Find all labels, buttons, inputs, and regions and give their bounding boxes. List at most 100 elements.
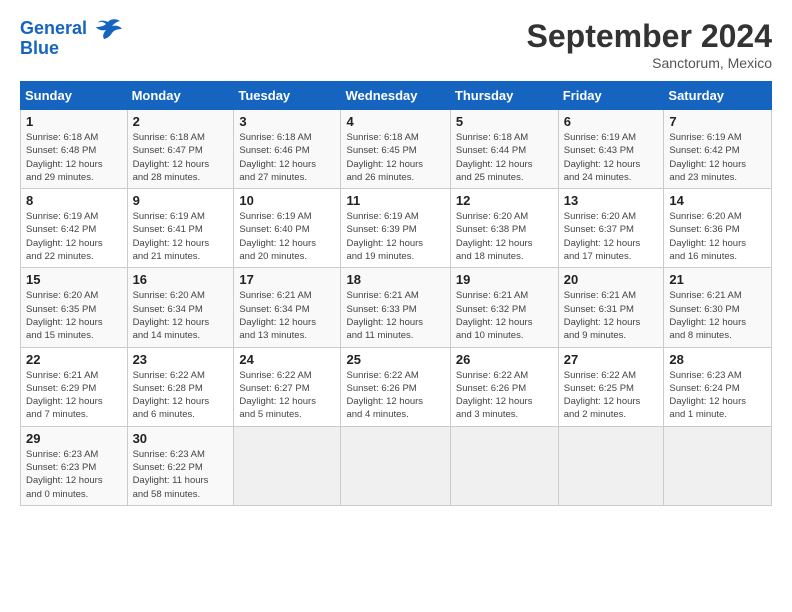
calendar-cell: 7 Sunrise: 6:19 AM Sunset: 6:42 PM Daylig… <box>664 110 772 189</box>
day-number: 14 <box>669 193 766 208</box>
day-number: 29 <box>26 431 122 446</box>
calendar-cell <box>341 426 450 505</box>
weekday-header-friday: Friday <box>558 82 664 110</box>
day-info: Sunrise: 6:19 AM Sunset: 6:39 PM Dayligh… <box>346 210 444 263</box>
calendar-cell <box>234 426 341 505</box>
calendar-cell: 16 Sunrise: 6:20 AM Sunset: 6:34 PM Dayli… <box>127 268 234 347</box>
day-number: 21 <box>669 272 766 287</box>
day-info: Sunrise: 6:21 AM Sunset: 6:31 PM Dayligh… <box>564 289 659 342</box>
logo-blue: Blue <box>20 38 122 60</box>
calendar-cell: 22 Sunrise: 6:21 AM Sunset: 6:29 PM Dayli… <box>21 347 128 426</box>
weekday-header-row: SundayMondayTuesdayWednesdayThursdayFrid… <box>21 82 772 110</box>
day-number: 25 <box>346 352 444 367</box>
calendar-cell: 13Sunrise: 6:20 AM Sunset: 6:37 PM Dayli… <box>558 189 664 268</box>
day-number: 12 <box>456 193 553 208</box>
weekday-header-thursday: Thursday <box>450 82 558 110</box>
calendar-week-1: 1 Sunrise: 6:18 AM Sunset: 6:48 PM Daylig… <box>21 110 772 189</box>
calendar-cell <box>450 426 558 505</box>
day-info: Sunrise: 6:18 AM Sunset: 6:46 PM Dayligh… <box>239 131 335 184</box>
day-number: 23 <box>133 352 229 367</box>
day-number: 5 <box>456 114 553 129</box>
weekday-header-monday: Monday <box>127 82 234 110</box>
day-info: Sunrise: 6:23 AM Sunset: 6:24 PM Dayligh… <box>669 369 766 422</box>
day-info: Sunrise: 6:19 AM Sunset: 6:42 PM Dayligh… <box>26 210 122 263</box>
day-info: Sunrise: 6:22 AM Sunset: 6:25 PM Dayligh… <box>564 369 659 422</box>
day-number: 7 <box>669 114 766 129</box>
calendar-cell: 3 Sunrise: 6:18 AM Sunset: 6:46 PM Daylig… <box>234 110 341 189</box>
day-number: 8 <box>26 193 122 208</box>
calendar-cell: 14 Sunrise: 6:20 AM Sunset: 6:36 PM Dayli… <box>664 189 772 268</box>
calendar-cell: 10 Sunrise: 6:19 AM Sunset: 6:40 PM Dayli… <box>234 189 341 268</box>
day-info: Sunrise: 6:18 AM Sunset: 6:47 PM Dayligh… <box>133 131 229 184</box>
calendar-week-4: 22 Sunrise: 6:21 AM Sunset: 6:29 PM Dayli… <box>21 347 772 426</box>
calendar-cell: 9Sunrise: 6:19 AM Sunset: 6:41 PM Daylig… <box>127 189 234 268</box>
day-number: 22 <box>26 352 122 367</box>
logo-general: General <box>20 18 87 38</box>
header: General Blue September 2024 Sanctorum, M… <box>20 18 772 71</box>
day-info: Sunrise: 6:20 AM Sunset: 6:34 PM Dayligh… <box>133 289 229 342</box>
calendar-cell: 25Sunrise: 6:22 AM Sunset: 6:26 PM Dayli… <box>341 347 450 426</box>
day-number: 11 <box>346 193 444 208</box>
day-info: Sunrise: 6:18 AM Sunset: 6:48 PM Dayligh… <box>26 131 122 184</box>
day-number: 2 <box>133 114 229 129</box>
day-number: 19 <box>456 272 553 287</box>
day-number: 10 <box>239 193 335 208</box>
day-number: 6 <box>564 114 659 129</box>
day-number: 4 <box>346 114 444 129</box>
location-subtitle: Sanctorum, Mexico <box>527 55 772 71</box>
day-number: 1 <box>26 114 122 129</box>
calendar-cell: 6 Sunrise: 6:19 AM Sunset: 6:43 PM Daylig… <box>558 110 664 189</box>
month-title: September 2024 <box>527 18 772 55</box>
day-number: 30 <box>133 431 229 446</box>
calendar-table: SundayMondayTuesdayWednesdayThursdayFrid… <box>20 81 772 506</box>
calendar-cell: 11 Sunrise: 6:19 AM Sunset: 6:39 PM Dayli… <box>341 189 450 268</box>
weekday-header-tuesday: Tuesday <box>234 82 341 110</box>
day-number: 27 <box>564 352 659 367</box>
calendar-cell: 27 Sunrise: 6:22 AM Sunset: 6:25 PM Dayli… <box>558 347 664 426</box>
day-info: Sunrise: 6:21 AM Sunset: 6:30 PM Dayligh… <box>669 289 766 342</box>
calendar-cell: 26Sunrise: 6:22 AM Sunset: 6:26 PM Dayli… <box>450 347 558 426</box>
calendar-cell <box>558 426 664 505</box>
day-number: 26 <box>456 352 553 367</box>
day-info: Sunrise: 6:23 AM Sunset: 6:23 PM Dayligh… <box>26 448 122 501</box>
calendar-cell: 18 Sunrise: 6:21 AM Sunset: 6:33 PM Dayli… <box>341 268 450 347</box>
day-info: Sunrise: 6:19 AM Sunset: 6:41 PM Dayligh… <box>133 210 229 263</box>
calendar-cell: 20Sunrise: 6:21 AM Sunset: 6:31 PM Dayli… <box>558 268 664 347</box>
calendar-cell: 2 Sunrise: 6:18 AM Sunset: 6:47 PM Daylig… <box>127 110 234 189</box>
day-number: 13 <box>564 193 659 208</box>
day-info: Sunrise: 6:22 AM Sunset: 6:28 PM Dayligh… <box>133 369 229 422</box>
calendar-cell: 19Sunrise: 6:21 AM Sunset: 6:32 PM Dayli… <box>450 268 558 347</box>
calendar-cell: 15Sunrise: 6:20 AM Sunset: 6:35 PM Dayli… <box>21 268 128 347</box>
calendar-cell: 30 Sunrise: 6:23 AM Sunset: 6:22 PM Dayli… <box>127 426 234 505</box>
day-number: 3 <box>239 114 335 129</box>
day-info: Sunrise: 6:19 AM Sunset: 6:43 PM Dayligh… <box>564 131 659 184</box>
day-info: Sunrise: 6:21 AM Sunset: 6:34 PM Dayligh… <box>239 289 335 342</box>
day-info: Sunrise: 6:21 AM Sunset: 6:33 PM Dayligh… <box>346 289 444 342</box>
logo-text: General <box>20 18 122 40</box>
calendar-cell: 17Sunrise: 6:21 AM Sunset: 6:34 PM Dayli… <box>234 268 341 347</box>
calendar-cell: 24Sunrise: 6:22 AM Sunset: 6:27 PM Dayli… <box>234 347 341 426</box>
calendar-cell: 29 Sunrise: 6:23 AM Sunset: 6:23 PM Dayli… <box>21 426 128 505</box>
day-info: Sunrise: 6:18 AM Sunset: 6:44 PM Dayligh… <box>456 131 553 184</box>
calendar-cell: 21 Sunrise: 6:21 AM Sunset: 6:30 PM Dayli… <box>664 268 772 347</box>
day-info: Sunrise: 6:23 AM Sunset: 6:22 PM Dayligh… <box>133 448 229 501</box>
day-number: 15 <box>26 272 122 287</box>
day-info: Sunrise: 6:21 AM Sunset: 6:29 PM Dayligh… <box>26 369 122 422</box>
day-number: 16 <box>133 272 229 287</box>
day-info: Sunrise: 6:19 AM Sunset: 6:42 PM Dayligh… <box>669 131 766 184</box>
logo-bird-icon <box>94 18 122 40</box>
day-number: 24 <box>239 352 335 367</box>
weekday-header-wednesday: Wednesday <box>341 82 450 110</box>
calendar-cell <box>664 426 772 505</box>
calendar-cell: 23 Sunrise: 6:22 AM Sunset: 6:28 PM Dayli… <box>127 347 234 426</box>
day-info: Sunrise: 6:20 AM Sunset: 6:36 PM Dayligh… <box>669 210 766 263</box>
calendar-week-3: 15Sunrise: 6:20 AM Sunset: 6:35 PM Dayli… <box>21 268 772 347</box>
calendar-cell: 8 Sunrise: 6:19 AM Sunset: 6:42 PM Daylig… <box>21 189 128 268</box>
title-block: September 2024 Sanctorum, Mexico <box>527 18 772 71</box>
day-number: 18 <box>346 272 444 287</box>
calendar-cell: 4Sunrise: 6:18 AM Sunset: 6:45 PM Daylig… <box>341 110 450 189</box>
calendar-cell: 5 Sunrise: 6:18 AM Sunset: 6:44 PM Daylig… <box>450 110 558 189</box>
calendar-week-2: 8 Sunrise: 6:19 AM Sunset: 6:42 PM Daylig… <box>21 189 772 268</box>
day-info: Sunrise: 6:20 AM Sunset: 6:38 PM Dayligh… <box>456 210 553 263</box>
day-info: Sunrise: 6:19 AM Sunset: 6:40 PM Dayligh… <box>239 210 335 263</box>
